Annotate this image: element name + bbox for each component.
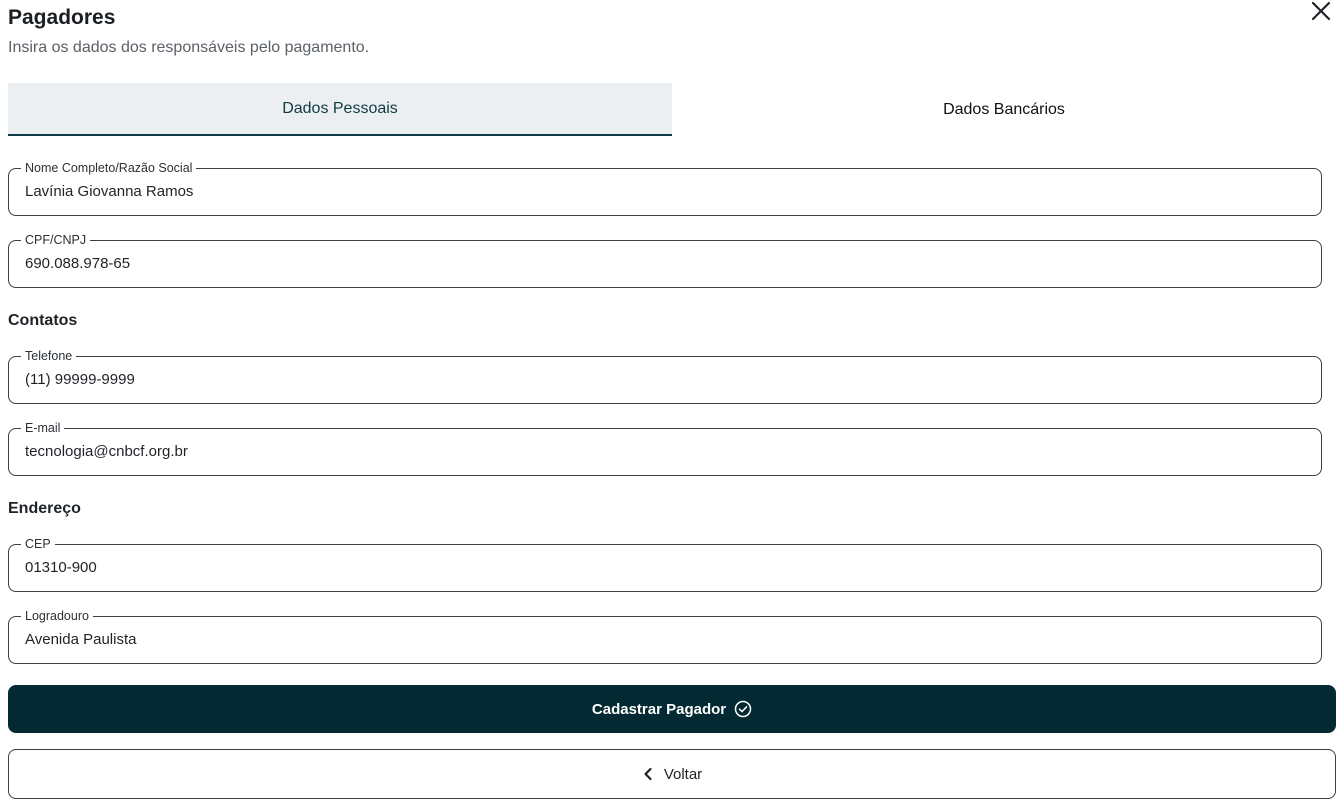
cadastrar-pagador-label: Cadastrar Pagador bbox=[591, 700, 727, 718]
page-subtitle: Insira os dados dos responsáveis pelo pa… bbox=[8, 39, 370, 56]
voltar-button[interactable]: Voltar bbox=[8, 749, 1336, 799]
logradouro-field[interactable]: Logradouro Avenida Paulista bbox=[8, 609, 1322, 664]
email-value: tecnologia@cnbcf.org.br bbox=[25, 443, 188, 460]
section-contatos: Contatos bbox=[8, 312, 78, 329]
telefone-label: Telefone bbox=[21, 349, 77, 364]
cep-label: CEP bbox=[21, 537, 55, 552]
voltar-label: Voltar bbox=[663, 765, 703, 783]
email-field[interactable]: E-mail tecnologia@cnbcf.org.br bbox=[8, 421, 1322, 476]
page-title: Pagadores bbox=[8, 6, 116, 29]
cpf-field[interactable]: CPF/CNPJ 690.088.978-65 bbox=[8, 233, 1322, 288]
logradouro-label: Logradouro bbox=[21, 609, 93, 624]
cpf-label: CPF/CNPJ bbox=[21, 233, 91, 248]
telefone-field[interactable]: Telefone (11) 99999-9999 bbox=[8, 349, 1322, 404]
payer-dialog: Pagadores Insira os dados dos responsáve… bbox=[0, 0, 1343, 805]
logradouro-value: Avenida Paulista bbox=[25, 631, 137, 648]
email-label: E-mail bbox=[21, 421, 65, 436]
tab-dados-bancarios[interactable]: Dados Bancários bbox=[672, 83, 1336, 136]
section-endereco: Endereço bbox=[8, 500, 81, 517]
nome-value: Lavínia Giovanna Ramos bbox=[25, 183, 194, 200]
cep-value: 01310-900 bbox=[25, 559, 97, 576]
close-button[interactable] bbox=[1310, 0, 1336, 22]
cpf-value: 690.088.978-65 bbox=[25, 255, 131, 272]
check-circle-icon bbox=[734, 700, 752, 718]
tab-dados-pessoais[interactable]: Dados Pessoais bbox=[8, 83, 672, 136]
cadastrar-pagador-button[interactable]: Cadastrar Pagador bbox=[8, 685, 1336, 733]
cep-field[interactable]: CEP 01310-900 bbox=[8, 537, 1322, 592]
close-icon bbox=[1310, 0, 1332, 22]
tab-bar: Dados Pessoais Dados Bancários bbox=[8, 83, 1336, 136]
nome-label: Nome Completo/Razão Social bbox=[21, 161, 197, 176]
telefone-value: (11) 99999-9999 bbox=[25, 371, 135, 388]
chevron-left-icon bbox=[642, 767, 654, 781]
nome-field[interactable]: Nome Completo/Razão Social Lavínia Giova… bbox=[8, 161, 1322, 216]
